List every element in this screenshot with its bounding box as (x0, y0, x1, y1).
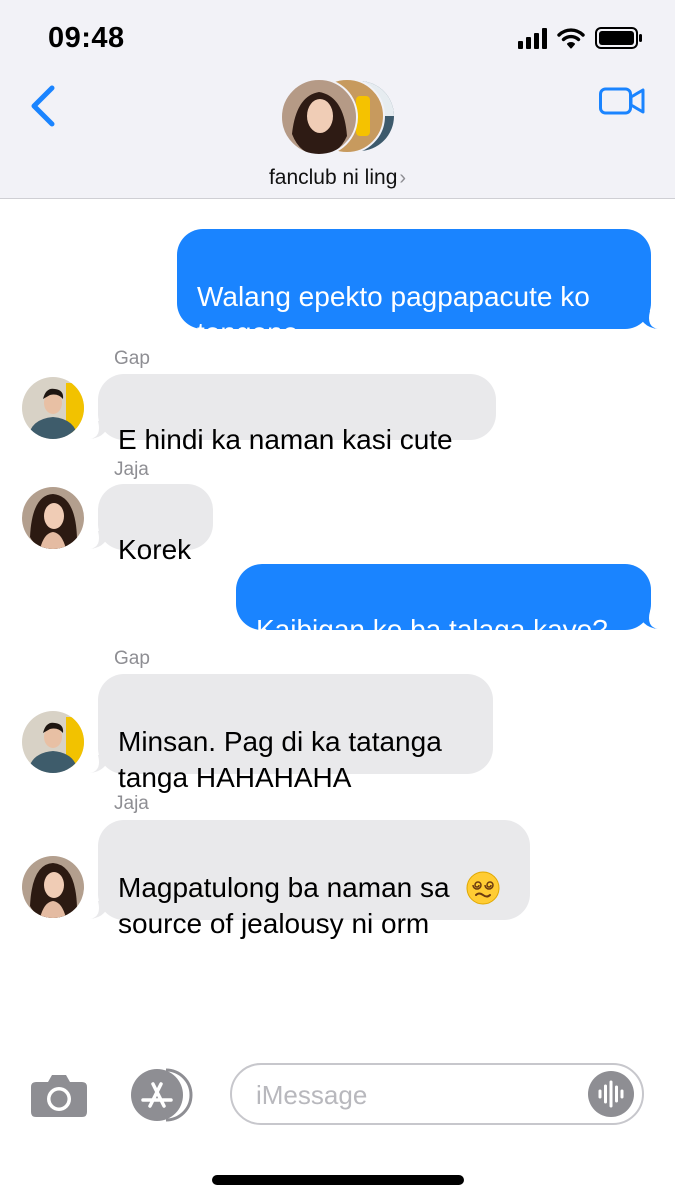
group-name-button[interactable]: fanclub ni ling › (0, 166, 675, 190)
message-list[interactable]: Walang epekto pagpapacute ko tengene Gap… (0, 199, 675, 1049)
message-text: Walang epekto pagpapacute ko tengene (197, 281, 590, 348)
status-time: 09:48 (48, 22, 125, 54)
incoming-message-bubble[interactable]: Korek (98, 484, 213, 565)
sender-name: Gap (114, 648, 150, 669)
audio-waveform-icon[interactable] (588, 1071, 634, 1117)
outgoing-message-bubble[interactable]: Walang epekto pagpapacute ko tengene (177, 229, 651, 348)
message-input-placeholder: iMessage (256, 1080, 368, 1110)
battery-full-icon (595, 27, 642, 49)
video-camera-icon[interactable] (599, 86, 645, 116)
incoming-message-bubble[interactable]: Magpatulong ba naman sa source of jealou… (98, 820, 530, 939)
group-avatar-stack[interactable] (280, 78, 396, 156)
bubble-tail (90, 529, 110, 549)
message-text: Minsan. Pag di ka tatanga tanga HAHAHAHA (118, 726, 442, 793)
wifi-icon (557, 28, 585, 49)
bubble-tail (638, 309, 658, 329)
sender-name: Gap (114, 348, 150, 369)
bubble-tail (90, 899, 110, 919)
outgoing-message-bubble[interactable]: Kaibigan ko ba talaga kayo? (236, 564, 651, 645)
group-name-label: fanclub ni ling (268, 166, 398, 189)
incoming-message-bubble[interactable]: E hindi ka naman kasi cute (98, 374, 496, 455)
bubble-tail (90, 753, 110, 773)
incoming-message-bubble[interactable]: Minsan. Pag di ka tatanga tanga HAHAHAHA (98, 674, 493, 793)
message-input[interactable]: iMessage (230, 1063, 644, 1125)
message-text: Kaibigan ko ba talaga kayo? (256, 614, 608, 645)
message-text: Korek (118, 534, 192, 565)
message-text: Magpatulong ba naman sa source of jealou… (118, 872, 450, 939)
face-with-spiral-eyes-emoji (466, 871, 500, 905)
compose-bar: iMessage (0, 1060, 675, 1130)
camera-icon[interactable] (30, 1072, 88, 1118)
chevron-left-icon[interactable] (28, 84, 60, 128)
status-icons (518, 24, 643, 52)
avatar-gap[interactable] (22, 377, 84, 439)
chevron-right-icon: › (399, 167, 407, 189)
message-text: E hindi ka naman kasi cute (118, 424, 453, 455)
conversation-header: 09:48 fanclub ni ling › (0, 0, 675, 199)
avatar-jaja[interactable] (22, 856, 84, 918)
app-store-icon[interactable] (126, 1068, 194, 1122)
sender-name: Jaja (114, 459, 149, 480)
bubble-tail (638, 609, 658, 629)
sender-name: Jaja (114, 793, 149, 814)
avatar-gap[interactable] (22, 711, 84, 773)
bubble-tail (90, 419, 110, 439)
avatar-jaja[interactable] (22, 487, 84, 549)
signal-bars-icon (518, 27, 547, 49)
home-indicator[interactable] (212, 1175, 464, 1185)
